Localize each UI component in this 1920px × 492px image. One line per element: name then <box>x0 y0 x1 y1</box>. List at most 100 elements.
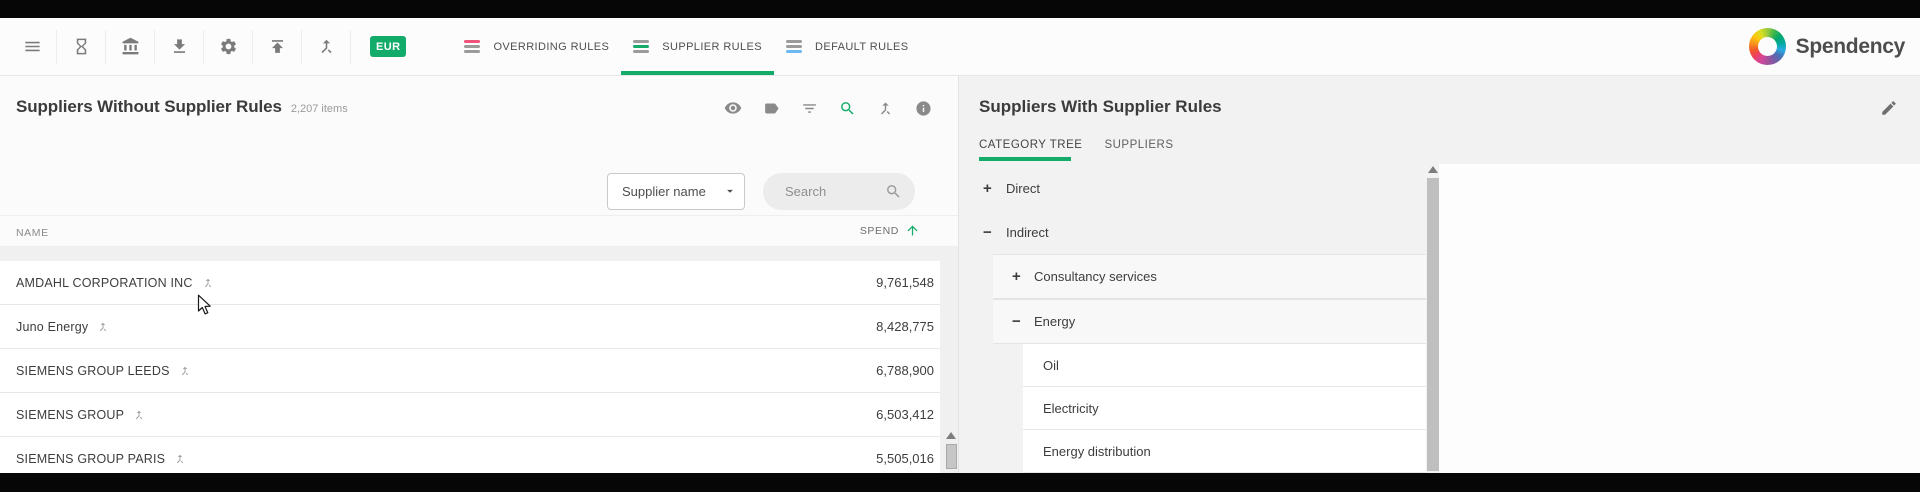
filter-field-select[interactable]: Supplier name <box>607 173 745 210</box>
suppliers-with-rules-panel: Suppliers With Supplier Rules CATEGORY T… <box>958 76 1920 473</box>
category-tree: + Direct − Indirect + Consultancy servic… <box>959 164 1920 473</box>
tab-supplier-rules[interactable]: SUPPLIER RULES <box>621 18 774 75</box>
expand-icon[interactable]: + <box>983 180 1006 197</box>
search-box <box>763 173 915 210</box>
table-row[interactable]: SIEMENS GROUP 6,503,412 <box>0 393 940 437</box>
layers-blue-icon <box>786 40 802 54</box>
supplier-spend: 6,503,412 <box>876 407 934 422</box>
supplier-rows: AMDAHL CORPORATION INC 9,761,548 Juno En… <box>0 261 940 481</box>
tree-node-direct[interactable]: + Direct <box>983 166 1423 210</box>
export-button[interactable] <box>253 30 302 64</box>
currency-button[interactable]: EUR <box>370 36 406 57</box>
magnifier-icon <box>885 183 902 200</box>
supplier-spend: 8,428,775 <box>876 319 934 334</box>
tree-node-indirect[interactable]: − Indirect <box>983 210 1423 254</box>
filter-icon[interactable] <box>801 100 818 117</box>
tree-right-spacer <box>1439 164 1920 473</box>
import-button[interactable] <box>155 30 204 64</box>
column-header-name[interactable]: NAME <box>16 227 49 239</box>
table-row[interactable]: SIEMENS GROUP LEEDS 6,788,900 <box>0 349 940 393</box>
suppliers-without-rules-panel: Suppliers Without Supplier Rules 2,207 i… <box>0 76 958 473</box>
settings-button[interactable] <box>204 30 253 64</box>
items-count: 2,207 items <box>291 103 348 115</box>
brand-logo: Spendency <box>1749 28 1905 65</box>
merge-icon[interactable] <box>202 277 214 289</box>
tree-node-oil[interactable]: Oil <box>1023 344 1426 387</box>
history-button[interactable] <box>57 30 106 64</box>
left-panel-actions <box>724 99 932 117</box>
table-header: NAME SPEND <box>0 215 958 246</box>
organization-button[interactable] <box>106 30 155 64</box>
tree-node-consultancy-services[interactable]: + Consultancy services <box>993 254 1426 299</box>
tree-node-energy[interactable]: − Energy <box>993 299 1426 344</box>
merge-icon[interactable] <box>174 453 186 465</box>
top-black-bar <box>0 0 1920 18</box>
scrollbar-thumb[interactable] <box>1427 178 1439 471</box>
column-header-spend-label: SPEND <box>860 225 899 237</box>
gear-icon <box>219 37 238 56</box>
download-icon <box>170 37 189 56</box>
tree-node-label: Energy <box>1034 314 1075 329</box>
tag-icon[interactable] <box>763 100 780 117</box>
bottom-black-bar <box>0 473 1920 492</box>
merge-icon[interactable] <box>877 100 894 117</box>
tree-node-label: Oil <box>1043 358 1059 373</box>
sort-ascending-icon <box>905 223 920 238</box>
merge-tool-button[interactable] <box>302 30 351 64</box>
merge-icon[interactable] <box>133 409 145 421</box>
supplier-name: AMDAHL CORPORATION INC <box>16 276 193 290</box>
tab-category-tree[interactable]: CATEGORY TREE <box>979 139 1082 151</box>
active-tab-indicator <box>979 157 1071 161</box>
expand-icon[interactable]: + <box>1012 268 1034 285</box>
layers-pink-icon <box>464 40 480 54</box>
spendency-ring-icon <box>1749 28 1786 65</box>
collapse-icon[interactable]: − <box>983 224 1006 241</box>
supplier-name: SIEMENS GROUP <box>16 408 124 422</box>
visibility-icon[interactable] <box>724 99 742 117</box>
tab-label: OVERRIDING RULES <box>493 41 609 53</box>
tree-node-label: Energy distribution <box>1043 444 1151 459</box>
hamburger-menu-button[interactable] <box>8 30 57 64</box>
table-row[interactable]: Juno Energy 8,428,775 <box>0 305 940 349</box>
layers-green-icon <box>633 40 649 54</box>
edit-button[interactable] <box>1880 99 1898 117</box>
right-panel-scrollbar[interactable] <box>1427 166 1439 471</box>
tree-node-label: Consultancy services <box>1034 269 1157 284</box>
collapse-icon[interactable]: − <box>1012 313 1034 330</box>
supplier-spend: 6,788,900 <box>876 363 934 378</box>
supplier-spend: 5,505,016 <box>876 451 934 466</box>
tree-node-energy-distribution[interactable]: Energy distribution <box>1023 430 1426 473</box>
tree-node-electricity[interactable]: Electricity <box>1023 387 1426 430</box>
scrollbar-thumb[interactable] <box>946 444 957 469</box>
tab-suppliers[interactable]: SUPPLIERS <box>1104 139 1173 151</box>
info-icon[interactable] <box>915 100 932 117</box>
supplier-name: Juno Energy <box>16 320 88 334</box>
main-toolbar: EUR OVERRIDING RULES SUPPLIER RULES DEFA… <box>0 18 1920 76</box>
tree-node-label: Electricity <box>1043 401 1099 416</box>
merge-icon[interactable] <box>179 365 191 377</box>
bank-icon <box>121 37 140 56</box>
table-row[interactable]: AMDAHL CORPORATION INC 9,761,548 <box>0 261 940 305</box>
right-panel-tabs: CATEGORY TREE SUPPLIERS <box>979 139 1174 151</box>
tab-overriding-rules[interactable]: OVERRIDING RULES <box>452 18 621 75</box>
scroll-up-icon[interactable] <box>1428 166 1438 173</box>
hourglass-icon <box>72 37 91 56</box>
scroll-up-icon[interactable] <box>946 432 956 439</box>
left-panel-title: Suppliers Without Supplier Rules <box>16 97 282 117</box>
search-input[interactable] <box>785 184 885 199</box>
tree-node-label: Indirect <box>1006 225 1049 240</box>
tree-node-label: Direct <box>1006 181 1040 196</box>
merge-icon <box>317 37 336 56</box>
hamburger-menu-icon <box>23 37 42 56</box>
upload-icon <box>268 37 287 56</box>
column-header-spend[interactable]: SPEND <box>860 223 920 238</box>
search-icon[interactable] <box>839 100 856 117</box>
brand-name: Spendency <box>1796 35 1905 59</box>
merge-icon[interactable] <box>97 321 109 333</box>
tab-default-rules[interactable]: DEFAULT RULES <box>774 18 920 75</box>
left-panel-header: Suppliers Without Supplier Rules 2,207 i… <box>16 97 348 117</box>
supplier-name: SIEMENS GROUP LEEDS <box>16 364 170 378</box>
rules-nav-tabs: OVERRIDING RULES SUPPLIER RULES DEFAULT … <box>452 18 920 75</box>
left-panel-scrollbar[interactable] <box>945 432 957 469</box>
supplier-spend: 9,761,548 <box>876 275 934 290</box>
